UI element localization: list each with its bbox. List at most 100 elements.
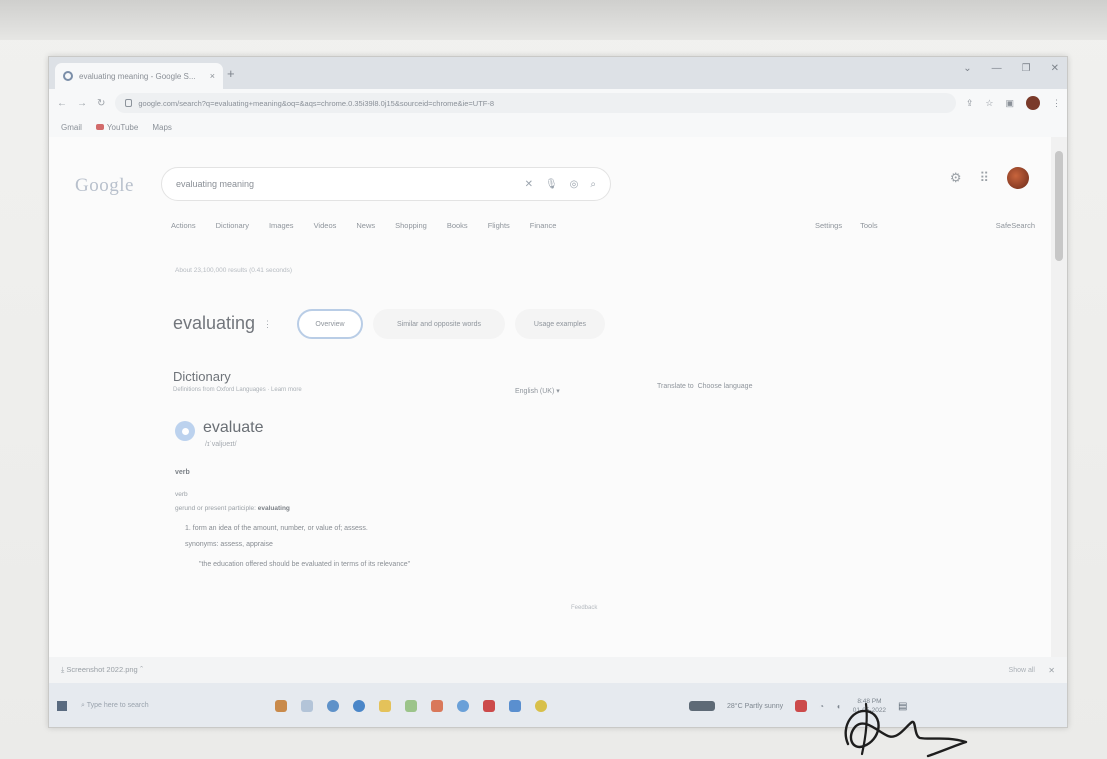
search-results-page: Google evaluating meaning ✕ 🎙 ◎ ⌕ ⚙ ⠿ Ac… (49, 137, 1053, 685)
search-icon[interactable]: ⌕ (590, 179, 596, 190)
bookmark-youtube[interactable]: YouTube (95, 123, 138, 132)
bookmark-maps[interactable]: Maps (152, 123, 172, 132)
chip-similar-opposite[interactable]: Similar and opposite words (373, 309, 505, 339)
tools-link[interactable]: Tools (860, 221, 878, 230)
more-info-icon[interactable]: ⋮ (263, 319, 272, 330)
handwritten-signature (844, 702, 968, 758)
extensions-icon[interactable]: ▣ (1005, 98, 1014, 109)
bookmark-star-icon[interactable]: ☆ (985, 98, 993, 109)
download-item[interactable]: ⤓ Screenshot 2022.png ⌃ (61, 665, 143, 675)
address-bar[interactable]: google.com/search?q=evaluating+meaning&o… (115, 93, 956, 113)
google-logo[interactable]: Google (75, 175, 134, 197)
language-select[interactable]: English (UK) ▾ (515, 387, 560, 395)
filter-item[interactable]: Images (269, 221, 294, 230)
network-icon[interactable]: ◔ (819, 702, 824, 711)
reload-icon[interactable]: ↻ (97, 98, 105, 109)
filter-item[interactable]: Flights (488, 221, 510, 230)
paper-shadow (0, 0, 1107, 40)
minimize-button[interactable]: — (992, 63, 1002, 74)
app-icon[interactable] (275, 700, 287, 712)
file-explorer-icon[interactable] (379, 700, 391, 712)
tab-close-icon[interactable]: × (210, 71, 215, 81)
definition-1: 1. form an idea of the amount, number, o… (185, 525, 368, 532)
apps-grid-icon[interactable]: ⠿ (979, 170, 989, 186)
tab-strip: evaluating meaning - Google S... × + ⌄ —… (49, 57, 1067, 89)
close-window-button[interactable]: ✕ (1051, 63, 1059, 74)
filter-item[interactable]: Actions (171, 221, 196, 230)
search-box[interactable]: evaluating meaning ✕ 🎙 ◎ ⌕ (161, 167, 611, 201)
new-tab-button[interactable]: + (227, 66, 235, 81)
translate-label-text: Translate to (657, 383, 694, 390)
clear-icon[interactable]: ✕ (525, 179, 533, 190)
filter-item[interactable]: Shopping (395, 221, 427, 230)
browser-toolbar: ← → ↻ google.com/search?q=evaluating+mea… (49, 89, 1067, 117)
scrollbar-thumb[interactable] (1055, 151, 1063, 261)
translate-label: Translate to Choose language (657, 383, 752, 390)
maximize-button[interactable]: ❐ (1022, 63, 1031, 74)
section-label: verb (175, 491, 188, 498)
result-heading: evaluating (173, 313, 256, 333)
usage-example: "the education offered should be evaluat… (199, 561, 411, 568)
download-file-name: Screenshot 2022.png (66, 665, 138, 674)
app-icon[interactable] (405, 700, 417, 712)
show-all-downloads[interactable]: Show all (1009, 667, 1035, 674)
bookmark-gmail[interactable]: Gmail (61, 123, 82, 132)
back-icon[interactable]: ← (57, 98, 67, 109)
menu-icon[interactable]: ⋮ (1052, 98, 1061, 109)
settings-gear-icon[interactable]: ⚙ (950, 170, 962, 186)
dictionary-title: Dictionary (173, 369, 231, 384)
tab-search-icon[interactable]: ⌄ (963, 63, 971, 74)
youtube-icon (95, 123, 104, 130)
translate-language-select[interactable]: Choose language (698, 383, 753, 390)
search-tools: Settings Tools (815, 221, 878, 230)
lock-icon (125, 99, 133, 107)
results-count: About 23,100,000 results (0.41 seconds) (175, 267, 293, 274)
edge-icon[interactable] (327, 700, 339, 712)
search-input[interactable]: evaluating meaning (176, 179, 513, 189)
taskbar-search[interactable]: ⌕ Type here to search (81, 702, 261, 710)
phonetic-text: /ɪˈvaljʊeɪt/ (205, 441, 237, 448)
close-downloads-bar[interactable]: ✕ (1048, 666, 1055, 675)
account-area: ⚙ ⠿ (950, 167, 1029, 189)
search-filters: Actions Dictionary Images Videos News Sh… (171, 221, 556, 230)
chrome-icon[interactable] (535, 700, 547, 712)
browser-tab[interactable]: evaluating meaning - Google S... × (55, 63, 223, 89)
camera-icon[interactable]: ◎ (570, 179, 579, 190)
pinned-apps (275, 700, 547, 712)
filter-item[interactable]: Dictionary (216, 221, 249, 230)
filter-item[interactable]: Finance (530, 221, 557, 230)
app-icon[interactable] (457, 700, 469, 712)
weather-widget[interactable]: 28°C Partly sunny (727, 703, 783, 710)
app-icon[interactable] (431, 700, 443, 712)
page-scrollbar[interactable]: ▾ (1051, 137, 1067, 685)
pronunciation-speaker-icon[interactable] (175, 421, 195, 441)
microphone-icon[interactable]: 🎙 (545, 179, 558, 190)
chip-usage-examples[interactable]: Usage examples (515, 309, 605, 339)
forward-icon[interactable]: → (77, 98, 87, 109)
app-icon[interactable] (483, 700, 495, 712)
filter-item[interactable]: Books (447, 221, 468, 230)
app-icon[interactable] (353, 700, 365, 712)
definition-synonyms: synonyms: assess, appraise (185, 541, 273, 548)
taskbar-search-placeholder: Type here to search (86, 702, 149, 709)
filter-item[interactable]: Videos (314, 221, 337, 230)
tray-icon[interactable] (795, 700, 808, 712)
account-avatar[interactable] (1007, 167, 1029, 189)
profile-avatar-icon[interactable] (1026, 96, 1040, 110)
window-controls: ⌄ — ❐ ✕ (963, 63, 1059, 74)
language-select-value: English (UK) (515, 388, 555, 395)
settings-link[interactable]: Settings (815, 221, 842, 230)
filter-item[interactable]: News (356, 221, 375, 230)
word-forms-prefix: gerund or present participle: (175, 505, 258, 512)
part-of-speech: verb (175, 469, 190, 476)
start-button[interactable] (57, 701, 67, 711)
task-view-icon[interactable] (301, 700, 313, 712)
feedback-link[interactable]: Feedback (571, 605, 597, 611)
safesearch-toggle[interactable]: SafeSearch (996, 221, 1035, 230)
dictionary-source[interactable]: Definitions from Oxford Languages · Lear… (173, 387, 302, 393)
app-icon[interactable] (509, 700, 521, 712)
chip-overview[interactable]: Overview (297, 309, 363, 339)
google-favicon-icon (63, 71, 73, 81)
app-icon[interactable] (689, 701, 715, 711)
share-icon[interactable]: ⇪ (966, 98, 974, 109)
